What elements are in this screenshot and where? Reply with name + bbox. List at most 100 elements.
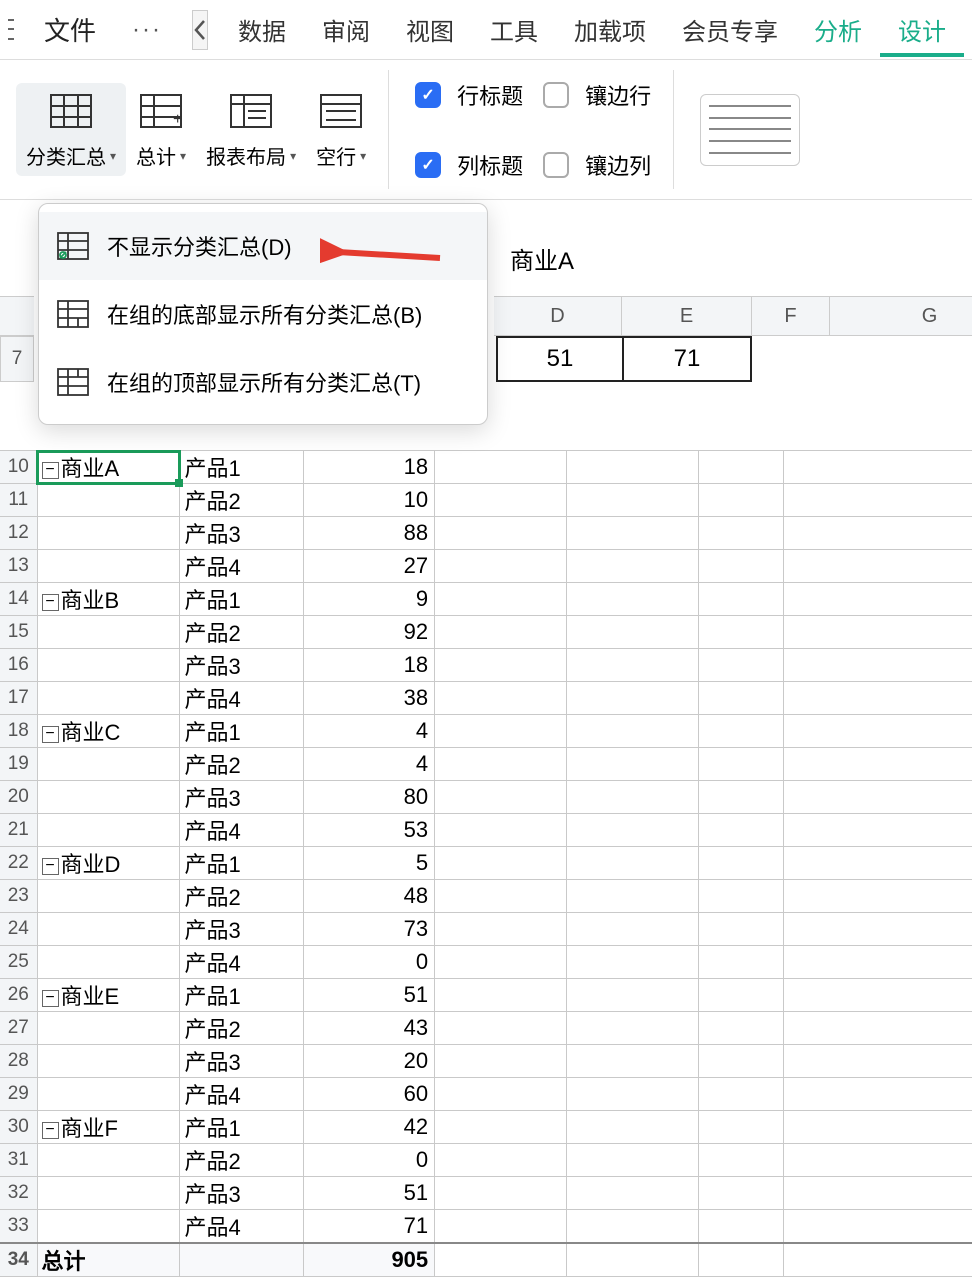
empty-cell[interactable] [435,715,567,748]
menu-file[interactable]: 文件 [26,11,114,48]
empty-cell[interactable] [435,847,567,880]
value-cell[interactable]: 10 [304,484,435,517]
empty-cell[interactable] [567,517,699,550]
row-header[interactable]: 11 [0,484,37,517]
cell-D7[interactable]: 51 [496,336,624,382]
tab-design[interactable]: 设计 [880,12,964,57]
empty-cell[interactable] [699,715,784,748]
value-cell[interactable]: 18 [304,649,435,682]
product-cell[interactable]: 产品3 [180,913,304,946]
subtotal-button[interactable]: 分类汇总 ▾ [16,83,126,176]
row-header[interactable]: 23 [0,880,37,913]
category-cell[interactable]: −商业E [37,979,180,1012]
empty-cell[interactable] [435,814,567,847]
category-cell[interactable]: −商业D [37,847,180,880]
row-header[interactable]: 20 [0,781,37,814]
value-cell[interactable]: 48 [304,880,435,913]
empty-cell[interactable] [699,1177,784,1210]
value-cell[interactable]: 80 [304,781,435,814]
empty-cell[interactable] [783,715,972,748]
row-header[interactable]: 30 [0,1111,37,1144]
product-cell[interactable]: 产品2 [180,616,304,649]
banded-rows-checkbox[interactable]: 镶边行 [543,79,651,111]
value-cell[interactable]: 0 [304,946,435,979]
empty-cell[interactable] [783,979,972,1012]
empty-cell[interactable] [699,583,784,616]
empty-cell[interactable] [567,583,699,616]
empty-cell[interactable] [567,1177,699,1210]
empty-cell[interactable] [567,979,699,1012]
empty-cell[interactable] [699,1210,784,1244]
product-cell[interactable]: 产品3 [180,649,304,682]
empty-cell[interactable] [567,880,699,913]
empty-cell[interactable] [567,1243,699,1277]
col-header-E[interactable]: E [622,296,752,336]
empty-cell[interactable] [699,517,784,550]
category-cell[interactable] [37,1210,180,1244]
product-cell[interactable]: 产品4 [180,682,304,715]
empty-cell[interactable] [783,1012,972,1045]
empty-cell[interactable] [783,880,972,913]
empty-cell[interactable] [567,616,699,649]
formula-bar-value[interactable]: 商业A [496,235,574,281]
tab-tools[interactable]: 工具 [472,12,556,47]
empty-cell[interactable] [567,1012,699,1045]
category-cell[interactable] [37,913,180,946]
empty-cell[interactable] [567,748,699,781]
product-cell[interactable]: 产品1 [180,847,304,880]
empty-cell[interactable] [435,1012,567,1045]
row-header[interactable]: 17 [0,682,37,715]
empty-cell[interactable] [435,616,567,649]
empty-cell[interactable] [783,1111,972,1144]
row-header[interactable]: 25 [0,946,37,979]
product-cell[interactable]: 产品3 [180,781,304,814]
product-cell[interactable]: 产品2 [180,1144,304,1177]
value-cell[interactable]: 4 [304,748,435,781]
product-cell[interactable]: 产品2 [180,484,304,517]
empty-cell[interactable] [435,1045,567,1078]
value-cell[interactable]: 0 [304,1144,435,1177]
empty-cell[interactable] [699,484,784,517]
empty-cell[interactable] [783,451,972,484]
product-cell[interactable]: 产品3 [180,1045,304,1078]
category-cell[interactable] [37,880,180,913]
empty-cell[interactable] [783,913,972,946]
product-cell[interactable]: 产品4 [180,1078,304,1111]
empty-cell[interactable] [567,715,699,748]
empty-cell[interactable] [699,550,784,583]
empty-cell[interactable] [567,1210,699,1244]
row-header[interactable]: 14 [0,583,37,616]
cell-E7[interactable]: 71 [622,336,752,382]
col-header-G[interactable]: G [830,296,972,336]
collapse-icon[interactable]: − [42,462,59,479]
tab-addins[interactable]: 加载项 [556,12,664,47]
empty-cell[interactable] [567,946,699,979]
empty-cell[interactable] [699,748,784,781]
empty-cell[interactable] [435,748,567,781]
blankrows-button[interactable]: 空行 ▾ [306,83,376,176]
value-cell[interactable]: 60 [304,1078,435,1111]
product-cell[interactable]: 产品1 [180,451,304,484]
row-header[interactable]: 16 [0,649,37,682]
empty-cell[interactable] [435,1111,567,1144]
collapse-icon[interactable]: − [42,1122,59,1139]
value-cell[interactable]: 18 [304,451,435,484]
nav-back-button[interactable] [192,10,208,50]
row-header[interactable]: 31 [0,1144,37,1177]
value-cell[interactable]: 20 [304,1045,435,1078]
row-header-7[interactable]: 7 [0,336,34,382]
product-cell[interactable]: 产品4 [180,1210,304,1244]
empty-cell[interactable] [783,484,972,517]
value-cell[interactable]: 51 [304,979,435,1012]
empty-cell[interactable] [180,1243,304,1277]
empty-cell[interactable] [783,682,972,715]
empty-cell[interactable] [783,946,972,979]
empty-cell[interactable] [699,649,784,682]
empty-cell[interactable] [699,979,784,1012]
product-cell[interactable]: 产品1 [180,979,304,1012]
tab-view[interactable]: 视图 [388,12,472,47]
empty-cell[interactable] [435,550,567,583]
empty-cell[interactable] [699,1111,784,1144]
category-cell[interactable] [37,682,180,715]
empty-cell[interactable] [435,913,567,946]
